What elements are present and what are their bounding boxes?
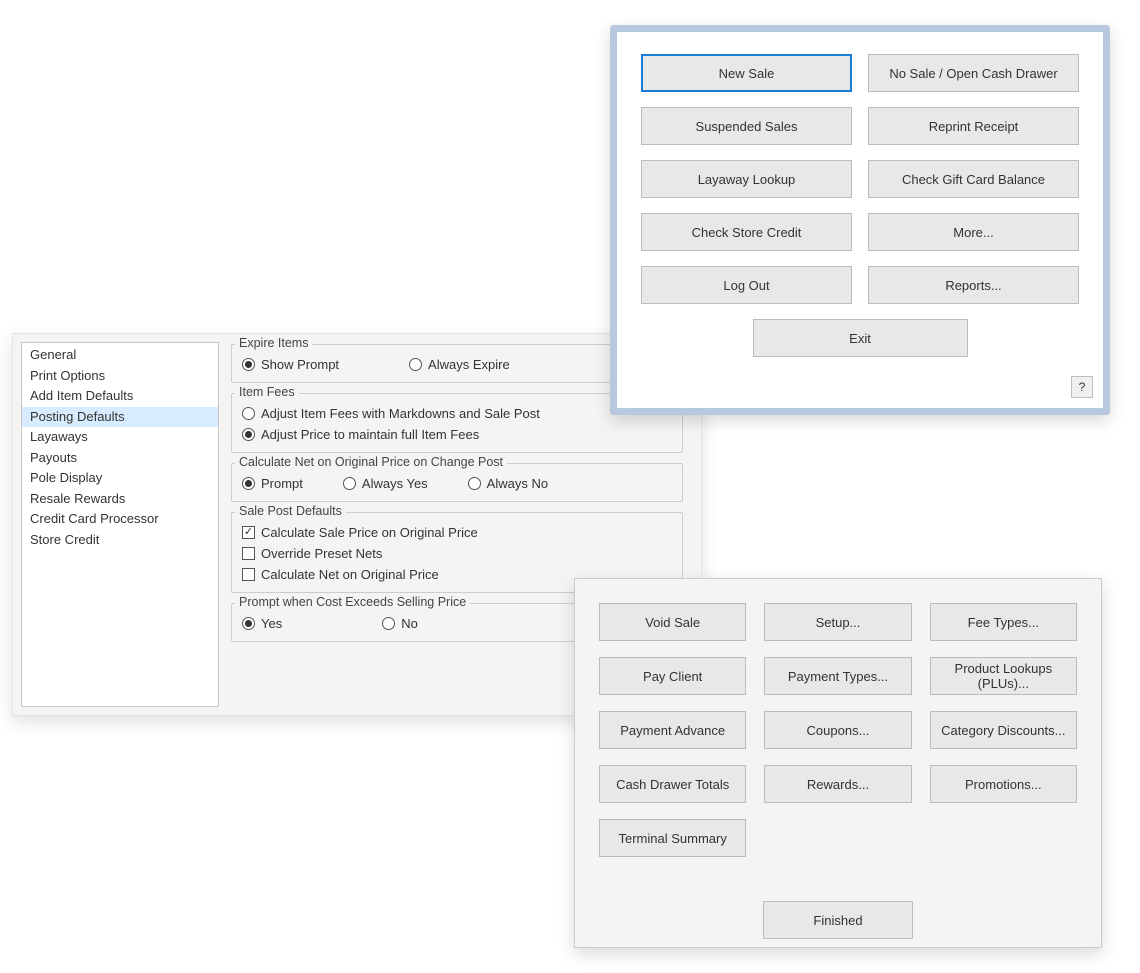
more-menu-grid: Void Sale Setup... Fee Types... Pay Clie… (599, 603, 1077, 857)
coupons-button[interactable]: Coupons... (764, 711, 911, 749)
check-override-preset-nets[interactable]: Override Preset Nets (242, 546, 672, 561)
check-label: Calculate Sale Price on Original Price (261, 525, 478, 540)
radio-label: Adjust Price to maintain full Item Fees (261, 427, 479, 442)
radio-adjust-price[interactable]: Adjust Price to maintain full Item Fees (242, 427, 672, 442)
sidebar-item-store-credit[interactable]: Store Credit (22, 530, 218, 551)
main-pos-menu: New Sale No Sale / Open Cash Drawer Susp… (610, 25, 1110, 415)
settings-sidebar: General Print Options Add Item Defaults … (21, 342, 219, 707)
radio-label: No (401, 616, 418, 631)
radio-always-expire[interactable]: Always Expire (409, 357, 510, 372)
exit-button[interactable]: Exit (753, 319, 968, 357)
check-label: Calculate Net on Original Price (261, 567, 439, 582)
finished-button[interactable]: Finished (763, 901, 913, 939)
calc-net-group: Calculate Net on Original Price on Chang… (231, 463, 683, 502)
sidebar-item-pole-display[interactable]: Pole Display (22, 468, 218, 489)
sidebar-item-print-options[interactable]: Print Options (22, 366, 218, 387)
check-label: Override Preset Nets (261, 546, 382, 561)
radio-label: Prompt (261, 476, 303, 491)
more-button[interactable]: More... (868, 213, 1079, 251)
rewards-button[interactable]: Rewards... (764, 765, 911, 803)
no-sale-button[interactable]: No Sale / Open Cash Drawer (868, 54, 1079, 92)
radio-no[interactable]: No (382, 616, 418, 631)
radio-yes[interactable]: Yes (242, 616, 282, 631)
sidebar-item-credit-card-processor[interactable]: Credit Card Processor (22, 509, 218, 530)
sidebar-item-resale-rewards[interactable]: Resale Rewards (22, 489, 218, 510)
payment-types-button[interactable]: Payment Types... (764, 657, 911, 695)
pay-client-button[interactable]: Pay Client (599, 657, 746, 695)
radio-show-prompt[interactable]: Show Prompt (242, 357, 339, 372)
check-store-credit-button[interactable]: Check Store Credit (641, 213, 852, 251)
sidebar-item-add-item-defaults[interactable]: Add Item Defaults (22, 386, 218, 407)
radio-adjust-item-fees[interactable]: Adjust Item Fees with Markdowns and Sale… (242, 406, 672, 421)
radio-always-yes[interactable]: Always Yes (343, 476, 428, 491)
reports-button[interactable]: Reports... (868, 266, 1079, 304)
radio-label: Show Prompt (261, 357, 339, 372)
more-menu-dialog: Void Sale Setup... Fee Types... Pay Clie… (574, 578, 1102, 948)
main-menu-grid: New Sale No Sale / Open Cash Drawer Susp… (641, 54, 1079, 304)
check-calc-sale-price[interactable]: ✓ Calculate Sale Price on Original Price (242, 525, 672, 540)
log-out-button[interactable]: Log Out (641, 266, 852, 304)
sidebar-item-posting-defaults[interactable]: Posting Defaults (22, 407, 218, 428)
promotions-button[interactable]: Promotions... (930, 765, 1077, 803)
cash-drawer-totals-button[interactable]: Cash Drawer Totals (599, 765, 746, 803)
radio-label: Adjust Item Fees with Markdowns and Sale… (261, 406, 540, 421)
sidebar-item-general[interactable]: General (22, 345, 218, 366)
check-gift-card-button[interactable]: Check Gift Card Balance (868, 160, 1079, 198)
expire-items-legend: Expire Items (235, 336, 312, 350)
fee-types-button[interactable]: Fee Types... (930, 603, 1077, 641)
calc-net-legend: Calculate Net on Original Price on Chang… (235, 455, 507, 469)
radio-always-no[interactable]: Always No (468, 476, 548, 491)
sidebar-item-payouts[interactable]: Payouts (22, 448, 218, 469)
radio-label: Yes (261, 616, 282, 631)
radio-label: Always Yes (362, 476, 428, 491)
setup-button[interactable]: Setup... (764, 603, 911, 641)
void-sale-button[interactable]: Void Sale (599, 603, 746, 641)
payment-advance-button[interactable]: Payment Advance (599, 711, 746, 749)
sale-post-legend: Sale Post Defaults (235, 504, 346, 518)
terminal-summary-button[interactable]: Terminal Summary (599, 819, 746, 857)
reprint-receipt-button[interactable]: Reprint Receipt (868, 107, 1079, 145)
radio-prompt[interactable]: Prompt (242, 476, 303, 491)
item-fees-legend: Item Fees (235, 385, 299, 399)
sidebar-item-layaways[interactable]: Layaways (22, 427, 218, 448)
suspended-sales-button[interactable]: Suspended Sales (641, 107, 852, 145)
radio-label: Always No (487, 476, 548, 491)
prompt-cost-legend: Prompt when Cost Exceeds Selling Price (235, 595, 470, 609)
help-button[interactable]: ? (1071, 376, 1093, 398)
new-sale-button[interactable]: New Sale (641, 54, 852, 92)
radio-label: Always Expire (428, 357, 510, 372)
product-lookups-button[interactable]: Product Lookups (PLUs)... (930, 657, 1077, 695)
layaway-lookup-button[interactable]: Layaway Lookup (641, 160, 852, 198)
category-discounts-button[interactable]: Category Discounts... (930, 711, 1077, 749)
